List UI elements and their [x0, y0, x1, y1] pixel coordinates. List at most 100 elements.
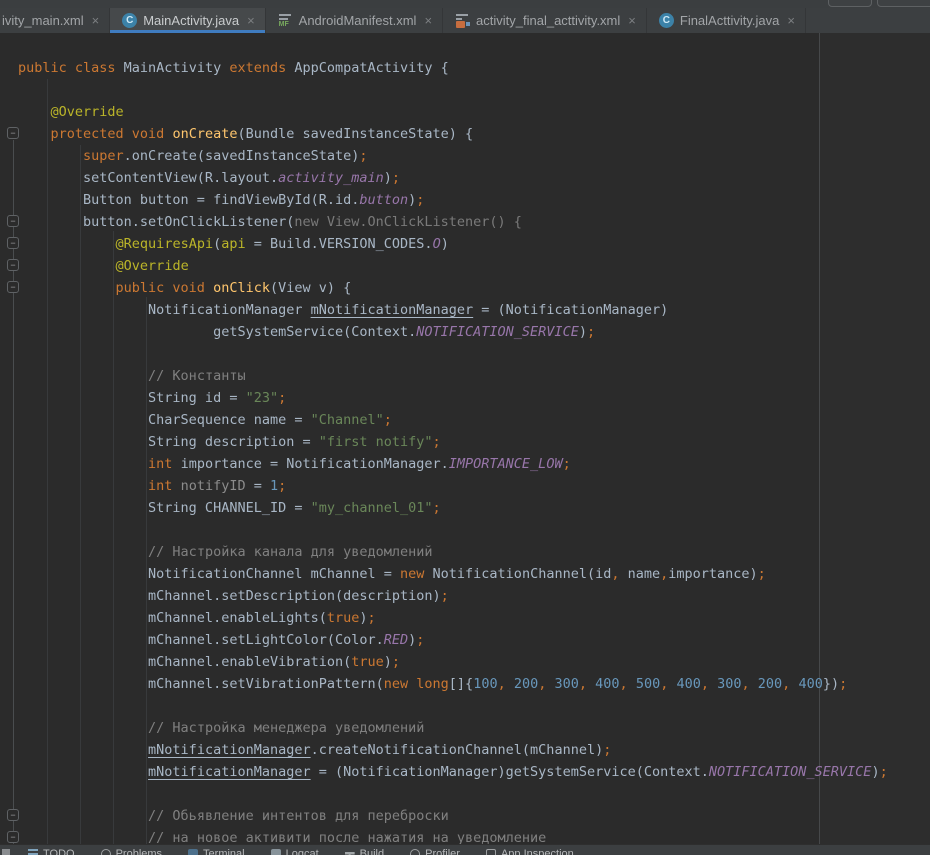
code-token: int — [148, 456, 172, 472]
code-token: (Bundle savedInstanceState) { — [237, 126, 473, 142]
code-line[interactable]: NotificationManager mNotificationManager… — [18, 299, 888, 321]
code-line[interactable]: mChannel.enableLights(true); — [18, 607, 888, 629]
code-fold-icon[interactable]: − — [7, 215, 19, 227]
code-line[interactable]: @Override — [18, 101, 888, 123]
profiler-icon — [410, 849, 420, 855]
code-token: ) — [384, 654, 392, 670]
code-line[interactable] — [18, 79, 888, 101]
code-line[interactable]: // Настройка менеджера уведомлений — [18, 717, 888, 739]
tool-window-button-label: App Inspection — [501, 848, 574, 855]
code-fold-icon[interactable]: − — [7, 281, 19, 293]
code-line[interactable]: mChannel.enableVibration(true); — [18, 651, 888, 673]
code-line[interactable] — [18, 695, 888, 717]
code-line[interactable]: getSystemService(Context.NOTIFICATION_SE… — [18, 321, 888, 343]
code-token: = — [246, 478, 270, 494]
code-token: // Настройка менеджера уведомлений — [148, 720, 424, 736]
code-token: @Override — [116, 258, 189, 274]
code-line[interactable]: setContentView(R.layout.activity_main); — [18, 167, 888, 189]
editor-tab-ivity-main-xml[interactable]: ivity_main.xml× — [0, 8, 110, 33]
run-button-group[interactable] — [828, 0, 872, 7]
tab-close-icon[interactable]: × — [92, 13, 100, 28]
code-line[interactable] — [18, 343, 888, 365]
tool-window-button-build[interactable]: Build — [345, 848, 384, 855]
code-line[interactable]: int notifyID = 1; — [18, 475, 888, 497]
code-line[interactable]: public void onClick(View v) { — [18, 277, 888, 299]
code-line[interactable]: @RequiresApi(api = Build.VERSION_CODES.O… — [18, 233, 888, 255]
code-line[interactable]: // Настройка канала для уведомлений — [18, 541, 888, 563]
tool-window-button-terminal[interactable]: Terminal — [188, 848, 245, 855]
code-line[interactable]: NotificationChannel mChannel = new Notif… — [18, 563, 888, 585]
code-fold-icon[interactable]: − — [7, 809, 19, 821]
code-token: ; — [441, 588, 449, 604]
code-token: mNotificationManager — [148, 742, 311, 758]
code-token: , — [701, 676, 717, 692]
code-token: ; — [839, 676, 847, 692]
code-line[interactable]: button.setOnClickListener(new View.OnCli… — [18, 211, 888, 233]
code-line[interactable]: String CHANNEL_ID = "my_channel_01"; — [18, 497, 888, 519]
code-fold-icon[interactable]: − — [7, 237, 19, 249]
code-token: // Константы — [148, 368, 246, 384]
code-fold-icon[interactable]: − — [7, 259, 19, 271]
code-line[interactable]: super.onCreate(savedInstanceState); — [18, 145, 888, 167]
code-line[interactable]: @Override — [18, 255, 888, 277]
code-line[interactable]: int importance = NotificationManager.IMP… — [18, 453, 888, 475]
code-token: ; — [368, 610, 376, 626]
code-content[interactable]: public class MainActivity extends AppCom… — [18, 57, 888, 844]
code-line[interactable]: CharSequence name = "Channel"; — [18, 409, 888, 431]
code-editor[interactable]: public class MainActivity extends AppCom… — [0, 33, 930, 844]
code-token: // на новое активити после нажатия на ув… — [148, 830, 546, 844]
code-line[interactable] — [18, 519, 888, 541]
tool-window-button-problems[interactable]: Problems — [101, 848, 162, 855]
code-token: importance) — [668, 566, 757, 582]
editor-tab-androidmanifest-xml[interactable]: MFAndroidManifest.xml× — [266, 8, 443, 33]
tab-close-icon[interactable]: × — [628, 13, 636, 28]
code-line[interactable]: String id = "23"; — [18, 387, 888, 409]
tool-window-button-app-inspection[interactable]: App Inspection — [486, 848, 574, 855]
code-token: notifyID — [172, 478, 245, 494]
tool-window-stripe-icon[interactable] — [2, 849, 10, 855]
code-line[interactable]: // на новое активити после нажатия на ув… — [18, 827, 888, 844]
code-token: }) — [823, 676, 839, 692]
code-line[interactable]: String description = "first notify"; — [18, 431, 888, 453]
editor-tab-mainactivity-java[interactable]: CMainActivity.java× — [110, 8, 265, 33]
editor-tab-activity-final-acttivity-xml[interactable]: activity_final_acttivity.xml× — [443, 8, 647, 33]
code-token — [18, 720, 148, 736]
tab-close-icon[interactable]: × — [247, 13, 255, 28]
code-token: ; — [278, 390, 286, 406]
code-token — [18, 808, 148, 824]
tool-window-button-logcat[interactable]: Logcat — [271, 848, 319, 855]
code-token: 200 — [758, 676, 782, 692]
code-line[interactable]: mChannel.setDescription(description); — [18, 585, 888, 607]
code-token: protected void — [18, 126, 172, 142]
code-fold-icon[interactable]: − — [7, 127, 19, 139]
device-selector-group[interactable] — [877, 0, 930, 7]
tool-window-button-todo[interactable]: TODO — [28, 848, 75, 855]
code-token: = (NotificationManager) — [473, 302, 668, 318]
code-token: "first notify" — [319, 434, 433, 450]
code-token: 100 — [473, 676, 497, 692]
code-line[interactable]: Button button = findViewById(R.id.button… — [18, 189, 888, 211]
problems-icon — [101, 849, 111, 855]
code-token: (View v) { — [270, 280, 351, 296]
code-line[interactable] — [18, 783, 888, 805]
tool-window-button-profiler[interactable]: Profiler — [410, 848, 460, 855]
code-line[interactable]: protected void onCreate(Bundle savedInst… — [18, 123, 888, 145]
code-token: // Обьявление интентов для переброски — [148, 808, 449, 824]
tab-close-icon[interactable]: × — [424, 13, 432, 28]
code-token: String CHANNEL_ID = — [18, 500, 311, 516]
code-token: O — [433, 236, 441, 252]
code-token: ; — [433, 434, 441, 450]
code-token: button — [359, 192, 408, 208]
code-line[interactable]: mNotificationManager.createNotificationC… — [18, 739, 888, 761]
code-line[interactable]: mChannel.setLightColor(Color.RED); — [18, 629, 888, 651]
code-token: = Build.VERSION_CODES. — [246, 236, 433, 252]
code-fold-icon[interactable]: − — [7, 831, 19, 843]
code-line[interactable]: mChannel.setVibrationPattern(new long[]{… — [18, 673, 888, 695]
code-line[interactable]: public class MainActivity extends AppCom… — [18, 57, 888, 79]
code-line[interactable]: // Константы — [18, 365, 888, 387]
code-line[interactable]: // Обьявление интентов для переброски — [18, 805, 888, 827]
tab-close-icon[interactable]: × — [787, 13, 795, 28]
code-line[interactable]: mNotificationManager = (NotificationMana… — [18, 761, 888, 783]
editor-tab-finalacttivity-java[interactable]: CFinalActtivity.java× — [647, 8, 806, 33]
code-token: ) — [579, 324, 587, 340]
